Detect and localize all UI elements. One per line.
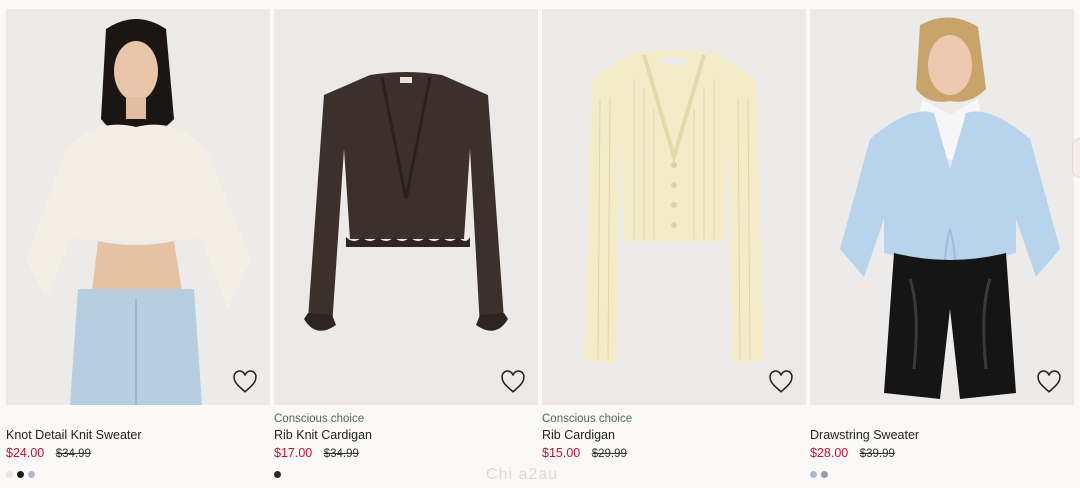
carousel-next-button[interactable] (1072, 138, 1080, 178)
favorite-button[interactable] (768, 369, 794, 395)
heart-outline-icon (1037, 370, 1061, 393)
price-row: $28.00 $39.99 (810, 444, 1074, 462)
product-photo-dark-brown-cardigan (274, 9, 538, 405)
product-card[interactable]: Conscious choice Rib Knit Cardigan $17.0… (274, 9, 538, 488)
original-price: $34.99 (323, 448, 359, 460)
conscious-choice-label: Conscious choice (274, 413, 365, 425)
color-swatch[interactable] (810, 471, 817, 478)
heart-outline-icon (769, 370, 793, 393)
product-card[interactable]: Knot Detail Knit Sweater $24.00 $34.99 (6, 9, 270, 488)
color-swatch[interactable] (28, 471, 35, 478)
conscious-choice-label (6, 412, 270, 427)
conscious-choice-label: Conscious choice (542, 413, 633, 425)
product-image[interactable] (810, 9, 1074, 405)
color-swatches (6, 465, 270, 478)
color-swatch[interactable] (274, 471, 281, 478)
product-name[interactable]: Rib Knit Cardigan (274, 427, 538, 444)
favorite-button[interactable] (232, 369, 258, 395)
color-swatch[interactable] (821, 471, 828, 478)
price-row: $17.00 $34.99 (274, 444, 538, 462)
product-info: Conscious choice Rib Cardigan $15.00 $29… (542, 412, 806, 477)
product-info: Knot Detail Knit Sweater $24.00 $34.99 (6, 412, 270, 478)
price-row: $15.00 $29.99 (542, 444, 806, 462)
original-price: $29.99 (591, 448, 627, 460)
heart-outline-icon (233, 370, 257, 393)
favorite-button[interactable] (1036, 369, 1062, 395)
watermark-text: Chi a2au (486, 466, 559, 483)
product-info: Drawstring Sweater $28.00 $39.99 (810, 412, 1074, 478)
product-photo-woman-cream-sweater (6, 9, 270, 405)
color-swatches (810, 465, 1074, 478)
product-image[interactable] (274, 9, 538, 405)
sale-price: $28.00 (810, 446, 849, 460)
product-image[interactable] (542, 9, 806, 405)
product-image[interactable] (6, 9, 270, 405)
favorite-button[interactable] (500, 369, 526, 395)
conscious-choice-label (810, 412, 1074, 427)
original-price: $39.99 (859, 448, 895, 460)
price-row: $24.00 $34.99 (6, 444, 270, 462)
heart-outline-icon (501, 370, 525, 393)
original-price: $34.99 (55, 448, 91, 460)
product-photo-light-yellow-rib-cardigan (542, 9, 806, 405)
product-name[interactable]: Drawstring Sweater (810, 427, 1074, 444)
product-name[interactable]: Rib Cardigan (542, 427, 806, 444)
product-photo-woman-light-blue-sweater (810, 9, 1074, 405)
sale-price: $17.00 (274, 446, 313, 460)
product-name[interactable]: Knot Detail Knit Sweater (6, 427, 270, 444)
product-card[interactable]: Conscious choice Rib Cardigan $15.00 $29… (542, 9, 806, 488)
product-card[interactable]: Drawstring Sweater $28.00 $39.99 (810, 9, 1074, 488)
product-grid: Knot Detail Knit Sweater $24.00 $34.99 C… (6, 9, 1074, 488)
color-swatch[interactable] (6, 471, 13, 478)
color-swatches (542, 465, 806, 477)
sale-price: $15.00 (542, 446, 581, 460)
color-swatch[interactable] (17, 471, 24, 478)
sale-price: $24.00 (6, 446, 45, 460)
